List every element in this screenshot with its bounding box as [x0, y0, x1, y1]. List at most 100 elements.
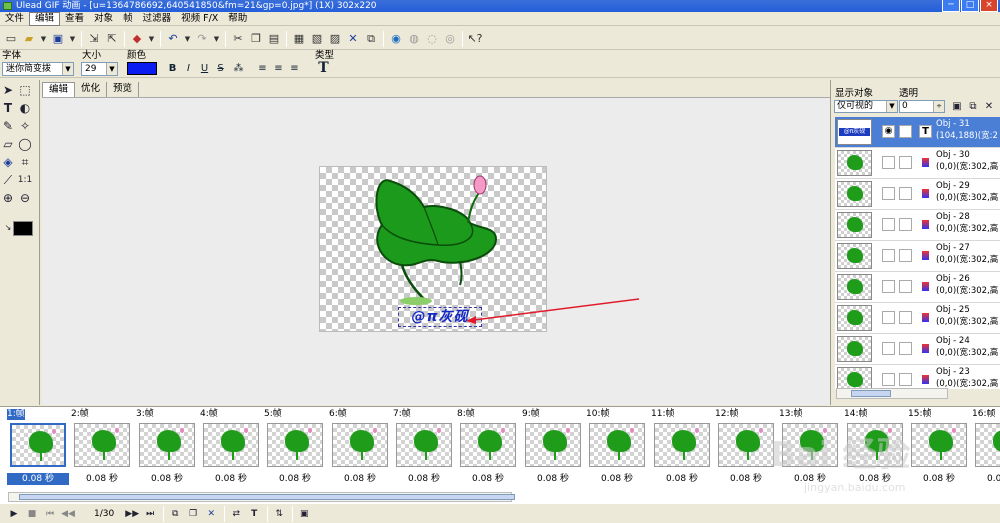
- stepper-icon[interactable]: ÷: [933, 101, 944, 112]
- eye-icon[interactable]: ◉: [882, 125, 895, 138]
- new-icon[interactable]: ▭: [3, 31, 19, 47]
- save-dropdown-icon[interactable]: ▼: [68, 31, 77, 47]
- play-icon[interactable]: ▶: [6, 507, 22, 521]
- lock-toggle[interactable]: [899, 187, 912, 200]
- object-row[interactable]: Obj - 29 (0,0)(宽:302,高: [835, 179, 1000, 210]
- lock-toggle[interactable]: [899, 156, 912, 169]
- frame-delay[interactable]: 0.08 秒: [457, 473, 519, 485]
- text-banner-icon[interactable]: T: [246, 507, 262, 521]
- stop-icon[interactable]: ■: [24, 507, 40, 521]
- last-frame-icon[interactable]: ⏭: [142, 507, 158, 521]
- visibility-toggle[interactable]: [882, 280, 895, 293]
- lock-toggle[interactable]: [899, 373, 912, 386]
- align-center-button[interactable]: ≡: [272, 62, 285, 75]
- align-right-button[interactable]: ≡: [288, 62, 301, 75]
- italic-button[interactable]: I: [182, 62, 195, 75]
- lock-toggle[interactable]: [899, 280, 912, 293]
- optimize-wizard-icon[interactable]: ◎: [442, 31, 458, 47]
- object-row[interactable]: Obj - 28 (0,0)(宽:302,高: [835, 210, 1000, 241]
- frame-delay[interactable]: 0.08 秒: [715, 473, 777, 485]
- duplicate-object-icon[interactable]: ⧉: [965, 99, 981, 115]
- text-tool-icon[interactable]: T: [0, 100, 16, 116]
- optimize-icon[interactable]: ◌: [424, 31, 440, 47]
- frame-delay[interactable]: 0.08 秒: [522, 473, 584, 485]
- next-frame-icon[interactable]: ▶▶: [124, 507, 140, 521]
- delete-object-icon[interactable]: ✕: [981, 99, 997, 115]
- menu-frame[interactable]: 帧: [118, 12, 138, 26]
- tab-edit[interactable]: 编辑: [42, 82, 76, 97]
- frame-thumbnail[interactable]: 6:帧 0.08 秒: [327, 409, 391, 493]
- frame-delay[interactable]: 0.08 秒: [651, 473, 713, 485]
- visibility-toggle[interactable]: [882, 156, 895, 169]
- tab-optimize[interactable]: 优化: [75, 82, 108, 97]
- paste-icon[interactable]: ▤: [266, 31, 282, 47]
- tween-icon[interactable]: ⇄: [228, 507, 244, 521]
- zoom-in-icon[interactable]: ⊕: [0, 190, 16, 206]
- frame-delay[interactable]: 0.08 秒: [264, 473, 326, 485]
- frame-delay[interactable]: 0.08 秒: [972, 473, 1000, 485]
- redo-dropdown-icon[interactable]: ▼: [212, 31, 221, 47]
- align-left-button[interactable]: ≡: [256, 62, 269, 75]
- save-icon[interactable]: ▣: [50, 31, 66, 47]
- object-row[interactable]: Obj - 25 (0,0)(宽:302,高: [835, 303, 1000, 334]
- open-icon[interactable]: ▰: [21, 31, 37, 47]
- foreground-color-swatch[interactable]: [13, 221, 33, 236]
- object-row[interactable]: Obj - 26 (0,0)(宽:302,高: [835, 272, 1000, 303]
- frame-thumbnail[interactable]: 2:帧 0.08 秒: [69, 409, 133, 493]
- frame-delay[interactable]: 0.08 秒: [7, 473, 69, 485]
- opacity-input[interactable]: 0 ÷: [899, 100, 945, 113]
- object-row[interactable]: Obj - 30 (0,0)(宽:302,高: [835, 148, 1000, 179]
- undo-icon[interactable]: ↶: [165, 31, 181, 47]
- display-object-select[interactable]: 仅可视的 ▼: [834, 100, 898, 113]
- tab-preview[interactable]: 预览: [107, 82, 140, 97]
- menu-video-fx[interactable]: 视频 F/X: [176, 12, 223, 26]
- open-dropdown-icon[interactable]: ▼: [39, 31, 48, 47]
- lock-toggle[interactable]: [899, 249, 912, 262]
- underline-button[interactable]: U: [198, 62, 211, 75]
- frame-thumbnail[interactable]: 8:帧 0.08 秒: [455, 409, 519, 493]
- magic-wand-icon[interactable]: ✧: [17, 118, 33, 134]
- frame-thumbnail[interactable]: 7:帧 0.08 秒: [391, 409, 455, 493]
- canvas-area[interactable]: @π灰砚: [42, 97, 830, 405]
- redo-icon[interactable]: ↷: [194, 31, 210, 47]
- visibility-toggle[interactable]: [882, 218, 895, 231]
- export-icon[interactable]: ⇱: [104, 31, 120, 47]
- object-list[interactable]: @π灰砚 ◉ T Obj - 31 (104,188)(宽:2 Obj - 30…: [835, 117, 1000, 389]
- visibility-toggle[interactable]: [882, 249, 895, 262]
- cut-icon[interactable]: ✂: [230, 31, 246, 47]
- menu-filter[interactable]: 过滤器: [138, 12, 177, 26]
- marquee-tool-icon[interactable]: ⬚: [17, 82, 33, 98]
- object-row[interactable]: @π灰砚 ◉ T Obj - 31 (104,188)(宽:2: [835, 117, 1000, 148]
- duplicate-frame-icon[interactable]: ⧉: [363, 31, 379, 47]
- duplicate-frame-icon[interactable]: ❐: [185, 507, 201, 521]
- web-icon[interactable]: ◉: [388, 31, 404, 47]
- ellipse-tool-icon[interactable]: ◯: [17, 136, 33, 152]
- copy-icon[interactable]: ❐: [248, 31, 264, 47]
- text-color-swatch[interactable]: [127, 62, 157, 75]
- size-select[interactable]: 29 ▼: [81, 62, 118, 76]
- first-frame-icon[interactable]: ⏮: [42, 507, 58, 521]
- font-select[interactable]: 迷你简变拨 ▼: [2, 62, 74, 76]
- lasso-tool-icon[interactable]: ◐: [17, 100, 33, 116]
- antialias-button[interactable]: ⁂: [232, 62, 245, 75]
- frame-delay[interactable]: 0.08 秒: [136, 473, 198, 485]
- lock-toggle[interactable]: [899, 125, 912, 138]
- visibility-toggle[interactable]: [882, 373, 895, 386]
- frame-thumbnail[interactable]: 4:帧 0.08 秒: [198, 409, 262, 493]
- frame-delay[interactable]: 0.08 秒: [71, 473, 133, 485]
- pick-tool-icon[interactable]: ➤: [0, 82, 16, 98]
- menu-view[interactable]: 查看: [60, 12, 89, 26]
- frame-thumbnail[interactable]: 1:帧 0.08 秒: [5, 409, 69, 493]
- frame-thumbnail[interactable]: 12:帧 0.08 秒: [713, 409, 777, 493]
- close-button[interactable]: ×: [980, 0, 998, 12]
- tween-icon[interactable]: ▨: [327, 31, 343, 47]
- import-icon[interactable]: ⇲: [86, 31, 102, 47]
- zoom-out-icon[interactable]: ⊖: [17, 190, 33, 206]
- scrollbar-thumb[interactable]: [851, 390, 891, 397]
- undo-dropdown-icon[interactable]: ▼: [183, 31, 192, 47]
- delete-frame-icon[interactable]: ✕: [345, 31, 361, 47]
- visibility-toggle[interactable]: [882, 311, 895, 324]
- menu-object[interactable]: 对象: [89, 12, 118, 26]
- frame-delay[interactable]: 0.08 秒: [586, 473, 648, 485]
- frame-thumbnail[interactable]: 5:帧 0.08 秒: [262, 409, 326, 493]
